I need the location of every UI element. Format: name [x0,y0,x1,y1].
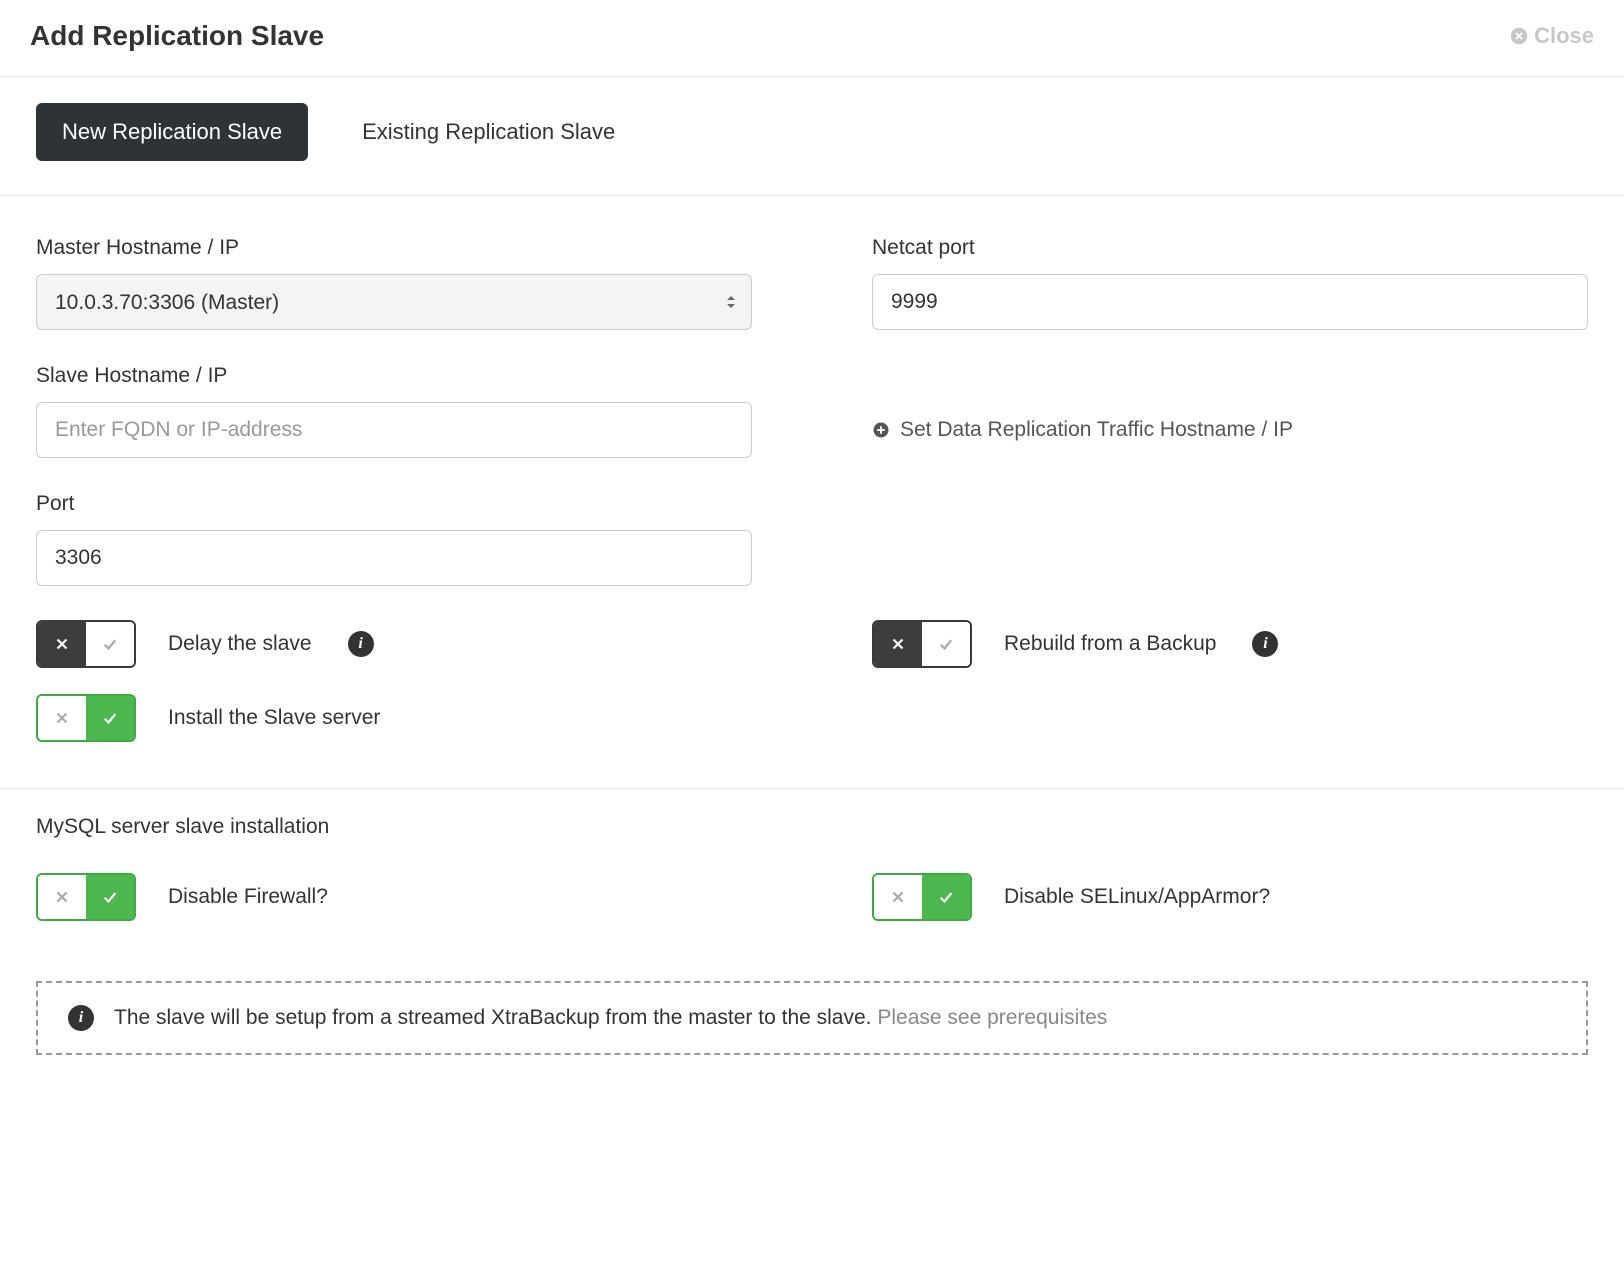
info-icon: i [68,1005,94,1031]
close-button[interactable]: Close [1510,23,1594,49]
set-data-replication-link[interactable]: Set Data Replication Traffic Hostname / … [872,402,1588,458]
netcat-port-input[interactable] [872,274,1588,330]
modal-header: Add Replication Slave Close [0,0,1624,77]
port-label: Port [36,492,752,516]
delay-slave-toggle[interactable] [36,620,136,668]
toggle-on-icon [86,875,134,919]
section-divider [0,788,1624,789]
install-slave-label: Install the Slave server [168,706,380,730]
info-icon[interactable]: i [1252,631,1278,657]
toggle-off-icon [874,875,922,919]
slave-hostname-label: Slave Hostname / IP [36,364,752,388]
notice-main: The slave will be setup from a streamed … [114,1006,877,1029]
toggle-on-icon [922,875,970,919]
rebuild-backup-toggle[interactable] [872,620,972,668]
master-hostname-label: Master Hostname / IP [36,236,752,260]
slave-hostname-input[interactable] [36,402,752,458]
toggle-off-icon [38,875,86,919]
install-section-title: MySQL server slave installation [36,815,1588,839]
form-body: Master Hostname / IP 10.0.3.70:3306 (Mas… [0,196,1624,1055]
set-data-replication-label: Set Data Replication Traffic Hostname / … [900,418,1293,442]
plus-circle-icon [872,421,890,439]
toggle-off-icon [38,622,86,666]
notice-text: The slave will be setup from a streamed … [114,1006,1107,1030]
tab-new-replication-slave[interactable]: New Replication Slave [36,103,308,161]
disable-selinux-label: Disable SELinux/AppArmor? [1004,885,1270,909]
tabs: New Replication Slave Existing Replicati… [0,77,1624,196]
rebuild-backup-label: Rebuild from a Backup [1004,632,1216,656]
notice-box: i The slave will be setup from a streame… [36,981,1588,1055]
disable-selinux-toggle[interactable] [872,873,972,921]
close-icon [1510,27,1528,45]
info-icon[interactable]: i [348,631,374,657]
notice-link[interactable]: Please see prerequisites [877,1006,1107,1029]
close-label: Close [1534,23,1594,49]
netcat-port-label: Netcat port [872,236,1588,260]
modal-title: Add Replication Slave [30,20,324,52]
toggle-on-icon [86,696,134,740]
tab-existing-replication-slave[interactable]: Existing Replication Slave [362,119,615,145]
toggle-on-icon [86,622,134,666]
port-input[interactable] [36,530,752,586]
toggle-off-icon [874,622,922,666]
install-slave-toggle[interactable] [36,694,136,742]
disable-firewall-toggle[interactable] [36,873,136,921]
master-hostname-select[interactable]: 10.0.3.70:3306 (Master) [36,274,752,330]
toggle-off-icon [38,696,86,740]
disable-firewall-label: Disable Firewall? [168,885,328,909]
delay-slave-label: Delay the slave [168,632,312,656]
add-replication-slave-modal: Add Replication Slave Close New Replicat… [0,0,1624,1055]
toggle-on-icon [922,622,970,666]
